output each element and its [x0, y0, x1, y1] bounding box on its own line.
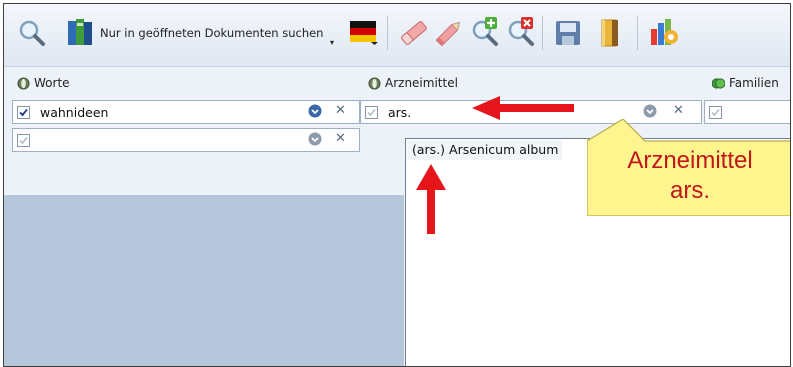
zoom-add-icon[interactable] — [467, 14, 503, 52]
annotation-arrow-left — [472, 96, 574, 120]
venn-icon — [17, 76, 30, 90]
venn-icon — [368, 76, 381, 90]
column-header-worte[interactable]: Worte — [17, 76, 70, 90]
save-icon[interactable] — [553, 14, 583, 52]
annotation-callout-text: Arzneimittel ars. — [590, 146, 790, 206]
clear-icon[interactable]: ✕ — [335, 131, 346, 146]
clear-icon[interactable]: ✕ — [673, 103, 684, 118]
toolbar: Nur in geöffneten Dokumenten suchen ▾ — [4, 4, 790, 67]
language-flag-button[interactable] — [349, 14, 379, 52]
callout-line-1: Arzneimittel — [627, 147, 753, 174]
zoom-remove-icon[interactable] — [503, 14, 539, 52]
dropdown-circle-icon[interactable] — [643, 104, 657, 118]
flag-de-icon — [349, 19, 379, 48]
worte-checkbox-1[interactable] — [17, 105, 30, 119]
worte-checkbox-2[interactable] — [17, 133, 30, 147]
dropdown-circle-icon[interactable] — [308, 104, 322, 118]
app-window: Nur in geöffneten Dokumenten suchen ▾ Wo… — [3, 3, 791, 367]
clear-icon[interactable]: ✕ — [335, 103, 346, 118]
book-icon[interactable] — [594, 14, 626, 52]
books-icon — [64, 15, 98, 52]
worte-field-1[interactable]: wahnideen ✕ — [12, 100, 360, 124]
search-open-documents-button[interactable]: Nur in geöffneten Dokumenten suchen — [64, 14, 323, 52]
eraser-icon[interactable] — [397, 14, 431, 52]
worte-field-2[interactable]: ✕ — [12, 128, 360, 152]
arzneimittel-checkbox-1[interactable] — [365, 105, 378, 119]
column-header-arzneimittel[interactable]: Arzneimittel — [368, 76, 458, 90]
column-header-label: Arzneimittel — [385, 76, 458, 90]
dropdown-circle-icon[interactable] — [308, 132, 322, 146]
venn-green-icon — [712, 77, 725, 89]
chart-icon[interactable] — [647, 14, 683, 52]
results-pane — [4, 195, 404, 366]
search-icon[interactable] — [16, 14, 48, 52]
callout-line-2: ars. — [669, 177, 710, 204]
pencil-icon[interactable] — [432, 14, 466, 52]
search-open-documents-label: Nur in geöffneten Dokumenten suchen — [100, 26, 324, 40]
column-header-label: Worte — [34, 76, 70, 90]
annotation-arrow-up — [416, 164, 446, 234]
autocomplete-item[interactable]: (ars.) Arsenicum album — [407, 140, 562, 160]
familien-checkbox-1[interactable] — [709, 105, 722, 119]
column-header-label: Familien — [729, 76, 779, 90]
column-header-familien[interactable]: Familien — [712, 76, 779, 90]
chevron-down-icon[interactable]: ▾ — [330, 38, 334, 47]
